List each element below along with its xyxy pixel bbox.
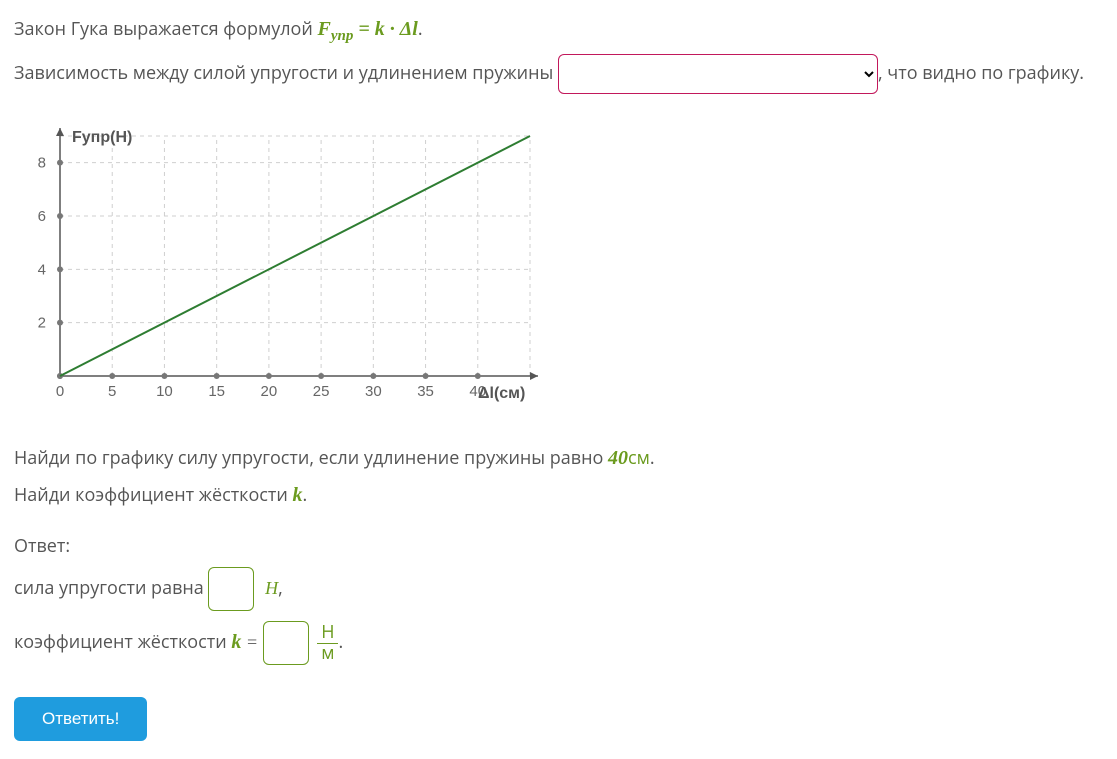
chart: 05101520253035402468Fупр(Н)Δl(см) (14, 116, 1103, 421)
answer-k-eq: = (241, 632, 262, 652)
svg-text:30: 30 (365, 383, 382, 400)
svg-text:5: 5 (108, 383, 116, 400)
intro-line: Закон Гука выражается формулой Fупр = k … (14, 14, 1103, 48)
task-k-symbol: k (293, 484, 303, 506)
formula-f: F (317, 18, 330, 40)
answer-label: Ответ: (14, 533, 1103, 561)
unit-den: м (317, 644, 338, 664)
svg-text:2: 2 (38, 315, 46, 332)
svg-text:20: 20 (261, 383, 278, 400)
formula-dl: Δl (400, 18, 418, 40)
task-force: Найди по графику силу упругости, если уд… (14, 443, 1103, 474)
chart-svg: 05101520253035402468Fупр(Н)Δl(см) (14, 116, 554, 421)
dependency-line: Зависимость между силой упругости и удли… (14, 54, 1103, 94)
svg-text:10: 10 (156, 383, 173, 400)
formula-dot: · (385, 18, 400, 40)
answer-force-post: , (278, 576, 283, 600)
hooke-formula: Fупр = k · Δl (317, 18, 417, 40)
intro-text: Закон Гука выражается формулой (14, 17, 317, 41)
answer-k-post: . (338, 630, 343, 654)
dependency-post: , что видно по графику. (878, 61, 1084, 85)
svg-text:6: 6 (38, 208, 46, 225)
k-input[interactable] (263, 621, 309, 665)
answer-force-unit: Н (265, 578, 278, 598)
formula-sub: упр (331, 28, 354, 44)
svg-text:Δl(см): Δl(см) (478, 385, 525, 402)
answer-k-row: коэффициент жёсткости k = Н м . (14, 621, 1103, 665)
task-force-post: . (650, 446, 655, 470)
svg-text:35: 35 (417, 383, 434, 400)
answer-k-symbol: k (231, 631, 241, 653)
task-k-pre: Найди коэффициент жёсткости (14, 483, 293, 507)
svg-text:8: 8 (38, 155, 46, 172)
answer-force-pre: сила упругости равна (14, 576, 208, 600)
submit-button[interactable]: Ответить! (14, 697, 147, 741)
svg-text:Fупр(Н): Fупр(Н) (72, 129, 132, 146)
answer-k-pre: коэффициент жёсткости (14, 630, 231, 654)
unit-fraction: Н м (317, 623, 338, 664)
task-force-value: 40 (608, 447, 628, 469)
dependency-dropdown[interactable] (558, 54, 878, 94)
formula-k: k (375, 18, 385, 40)
task-k: Найди коэффициент жёсткости k. (14, 480, 1103, 511)
force-input[interactable] (208, 567, 254, 611)
dependency-pre: Зависимость между силой упругости и удли… (14, 61, 558, 85)
svg-text:25: 25 (313, 383, 330, 400)
intro-period: . (418, 17, 423, 41)
answer-force-row: сила упругости равна Н, (14, 567, 1103, 611)
svg-text:4: 4 (38, 262, 46, 279)
task-force-pre: Найди по графику силу упругости, если уд… (14, 446, 608, 470)
task-k-post: . (303, 483, 308, 507)
svg-text:15: 15 (208, 383, 225, 400)
task-force-unit: см (628, 446, 650, 470)
formula-eq: = (353, 18, 374, 40)
svg-text:0: 0 (56, 383, 64, 400)
